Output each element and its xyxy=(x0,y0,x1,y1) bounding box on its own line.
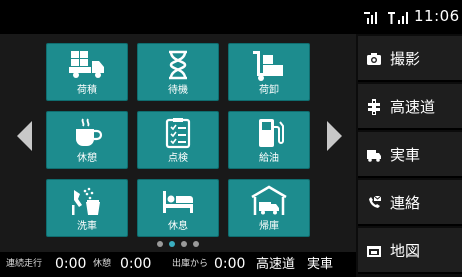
hourglass-icon xyxy=(169,50,187,80)
clock: 11:06 xyxy=(414,7,460,25)
signal-icons xyxy=(364,12,408,24)
side-item-label: 連絡 xyxy=(390,194,421,212)
tile-label: 帰庫 xyxy=(259,221,279,232)
page-dot[interactable] xyxy=(157,241,163,247)
continuous-drive-value: 0:00 xyxy=(55,256,87,272)
tile-break[interactable]: 休憩 xyxy=(46,111,128,169)
break-value: 0:00 xyxy=(120,256,152,272)
side-item-highway[interactable]: 高速道 xyxy=(358,84,462,130)
phone-message-icon xyxy=(369,195,382,208)
page-dot[interactable] xyxy=(193,241,199,247)
side-item-photo[interactable]: 撮影 xyxy=(358,36,462,82)
garage-icon xyxy=(251,185,287,215)
tile-label: 点検 xyxy=(168,153,188,164)
tile-label: 給油 xyxy=(259,153,279,164)
tile-label: 待機 xyxy=(168,85,188,96)
bottom-status-bar: 連続走行 0:00 休憩 0:00 出庫から 0:00 高速道 実車 xyxy=(0,252,356,277)
since-departure-value: 0:00 xyxy=(214,256,246,272)
tile-label: 休憩 xyxy=(77,153,97,164)
tile-car-wash[interactable]: 洗車 xyxy=(46,179,128,237)
prev-page-arrow-icon[interactable] xyxy=(17,121,33,151)
tile-inspection[interactable]: 点検 xyxy=(137,111,219,169)
bed-icon xyxy=(163,191,193,213)
break-label: 休憩 xyxy=(93,259,112,269)
side-item-label: 実車 xyxy=(390,146,421,164)
tile-rest[interactable]: 休息 xyxy=(137,179,219,237)
tile-label: 荷卸 xyxy=(259,85,279,96)
tile-standby[interactable]: 待機 xyxy=(137,43,219,101)
car-wash-icon xyxy=(72,187,100,215)
camera-icon xyxy=(367,53,381,65)
coffee-cup-icon xyxy=(76,118,103,146)
status-bar: 11:06 xyxy=(0,0,462,34)
continuous-drive-label: 連続走行 xyxy=(6,259,43,269)
tile-refuel[interactable]: 給油 xyxy=(228,111,310,169)
vehicle-status: 実車 xyxy=(307,257,334,272)
tile-return-garage[interactable]: 帰庫 xyxy=(228,179,310,237)
side-item-occupied[interactable]: 実車 xyxy=(358,132,462,178)
side-item-label: 地図 xyxy=(390,242,421,260)
tile-label: 休息 xyxy=(168,221,188,232)
tile-label: 洗車 xyxy=(77,221,97,232)
side-item-label: 撮影 xyxy=(390,50,421,68)
highway-status: 高速道 xyxy=(256,257,296,272)
tile-loading[interactable]: 荷積 xyxy=(46,43,128,101)
sim-signal-icon xyxy=(364,12,377,24)
truck-icon xyxy=(367,150,381,162)
page-dot-active[interactable] xyxy=(169,241,175,247)
hand-truck-icon xyxy=(253,51,283,81)
page-dot[interactable] xyxy=(181,241,187,247)
next-page-arrow-icon[interactable] xyxy=(326,121,342,151)
side-item-map[interactable]: 地図 xyxy=(358,228,462,274)
tile-unloading[interactable]: 荷卸 xyxy=(228,43,310,101)
checklist-icon xyxy=(165,118,191,149)
cell-signal-icon xyxy=(388,12,408,24)
side-item-label: 高速道 xyxy=(390,98,436,116)
highway-icon xyxy=(368,99,380,115)
map-icon xyxy=(367,246,381,257)
fuel-pump-icon xyxy=(259,119,284,147)
side-item-contact[interactable]: 連絡 xyxy=(358,180,462,226)
truck-loading-icon xyxy=(69,51,104,78)
side-menu: 撮影 高速道 実車 連絡 地図 xyxy=(356,34,462,277)
since-departure-label: 出庫から xyxy=(172,259,209,269)
tile-label: 荷積 xyxy=(77,85,97,96)
